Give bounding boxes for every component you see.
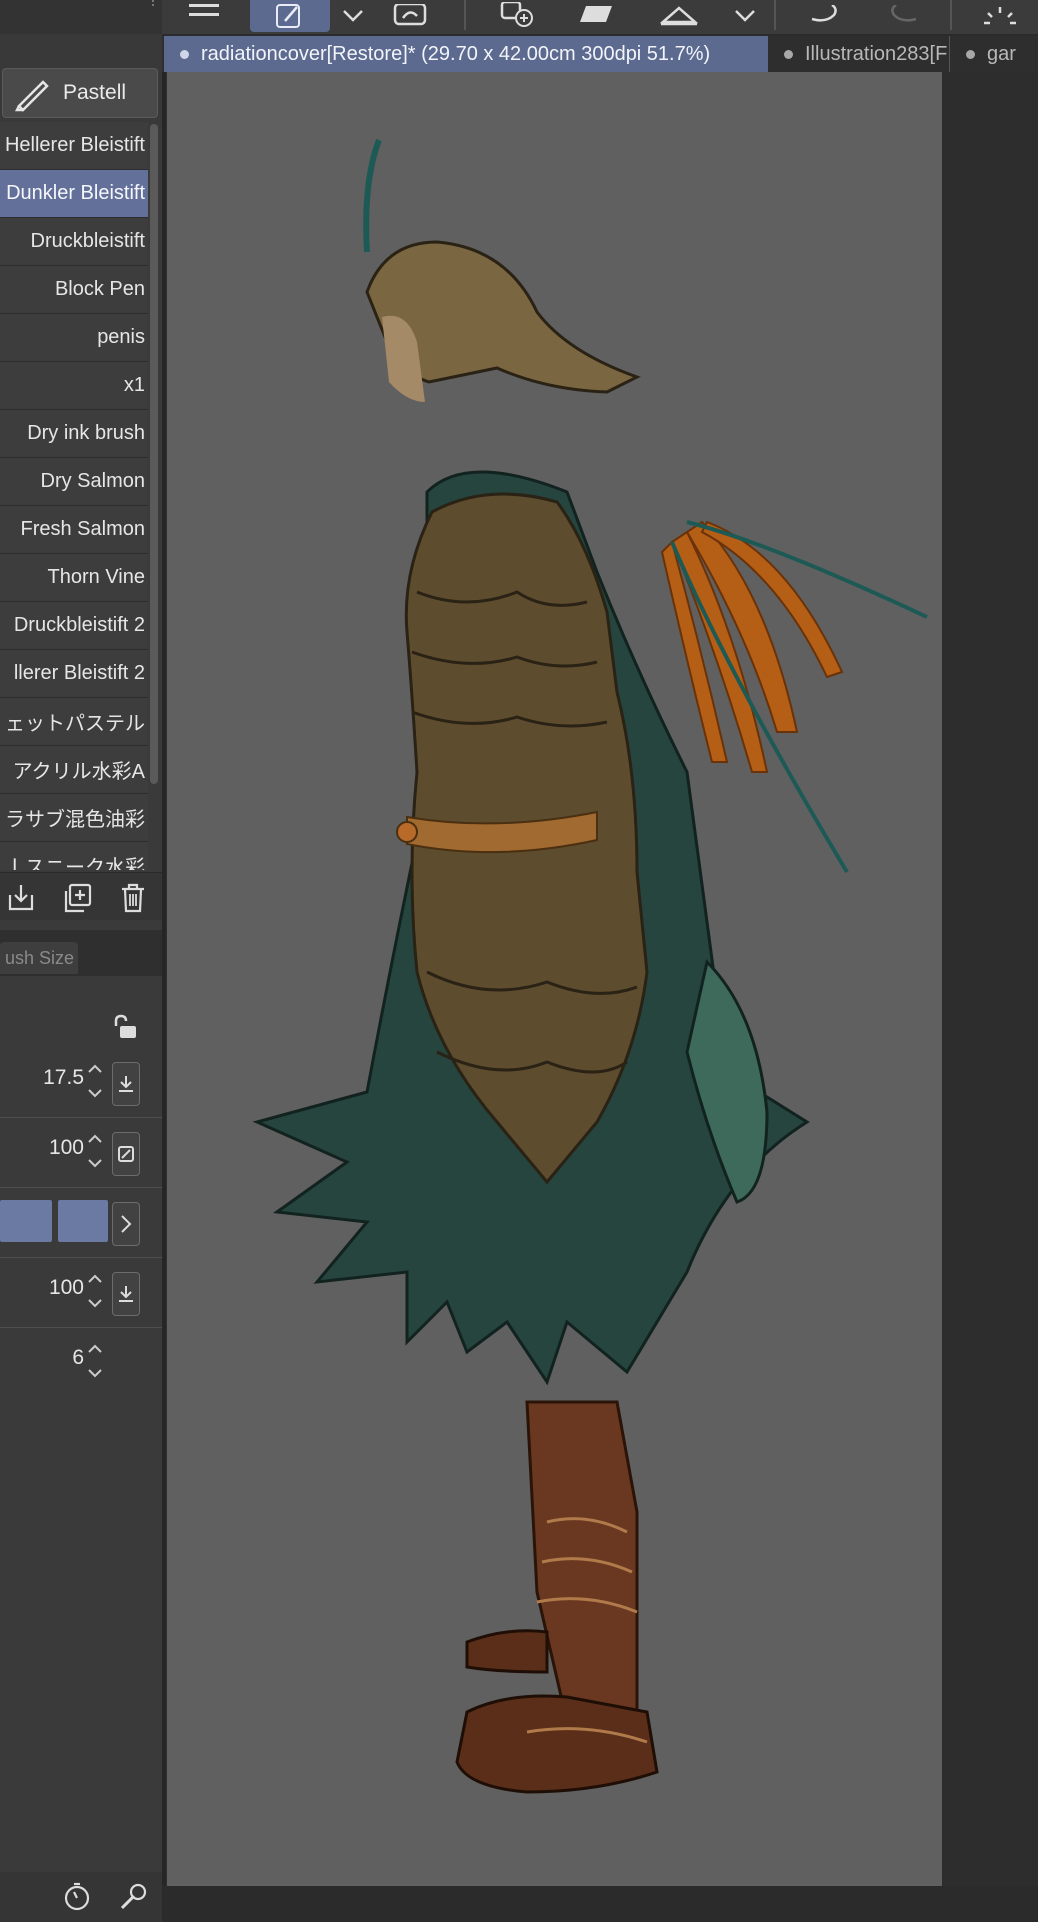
app-window: radiationcover[Restore]* (29.70 x 42.00c… [0,0,1038,1922]
list-item[interactable]: Block Pen [0,266,148,314]
canvas-bottom-margin [162,1886,1038,1922]
tool-property-tabs: ush Size [0,930,162,976]
brush-list: Hellerer Bleistift Dunkler Bleistift Dru… [0,122,148,870]
undo-icon[interactable] [804,0,844,32]
stabilization-value[interactable]: 6 [72,1346,84,1370]
toolbar-divider [464,0,466,30]
pencil-icon [14,80,49,112]
tab-dot [784,49,793,59]
brush-list-scrollbar[interactable] [150,124,158,784]
chevron-down-icon[interactable] [338,0,368,32]
loading-icon [980,0,1020,32]
lock-open-icon[interactable] [112,1014,140,1045]
document-tabs: radiationcover[Restore]* (29.70 x 42.00c… [162,36,1038,72]
pressure-download-icon[interactable] [112,1062,140,1106]
list-item[interactable]: アクリル水彩A [0,746,148,794]
lasso-icon[interactable] [390,0,430,32]
tab-dot [966,49,975,59]
panel-bottom-bar [0,1872,162,1922]
grip-icon [152,0,156,6]
top-toolbar [162,0,1038,34]
canvas-right-margin [942,72,1038,1922]
fill-icon[interactable] [576,0,616,32]
opacity-row: 100 [0,1118,162,1188]
brush-size-value[interactable]: 17.5 [43,1066,84,1090]
list-item[interactable]: Fresh Salmon [0,506,148,554]
toolbar-divider [950,0,952,30]
duplicate-icon[interactable] [62,883,92,913]
main-color-swatch[interactable] [0,1200,52,1242]
toolbar-divider [774,0,776,30]
canvas[interactable] [167,72,942,1886]
brush-actions-bar [0,872,162,920]
sub-tool-panel: Pastell Hellerer Bleistift Dunkler Bleis… [0,34,162,1922]
no-pressure-icon[interactable] [112,1132,140,1176]
stabilization-row: 6 [0,1328,162,1398]
sub-color-swatch[interactable] [58,1200,108,1242]
canvas-area [162,72,1038,1922]
trash-icon[interactable] [118,883,148,913]
canvas-gutter [162,72,166,1922]
list-item[interactable]: llerer Bleistift 2 [0,650,148,698]
opacity-stepper[interactable] [86,1134,104,1168]
brush-size-stepper[interactable] [86,1064,104,1098]
list-item-selected[interactable]: Dunkler Bleistift [0,170,148,218]
tab-label: gar [987,42,1016,65]
armored-figure-illustration [252,138,928,1794]
list-item[interactable]: Druckbleistift 2 [0,602,148,650]
tab-modified-dot [180,49,189,59]
list-item[interactable]: penis [0,314,148,362]
redo-icon[interactable] [884,0,924,32]
density-stepper[interactable] [86,1274,104,1308]
triangle-ruler-icon[interactable] [656,0,702,32]
pressure-download-icon[interactable] [112,1272,140,1316]
tab-brush-size[interactable]: ush Size [0,942,78,974]
list-item[interactable]: Druckbleistift [0,218,148,266]
stopwatch-icon[interactable] [62,1882,92,1917]
add-canvas-icon[interactable] [498,0,538,32]
list-item[interactable]: Thorn Vine [0,554,148,602]
list-item[interactable]: ラサブ混色油彩 [0,794,148,842]
density-value[interactable]: 100 [49,1276,84,1300]
sub-tool-header: Pastell [0,34,162,128]
tab-label: Illustration283[F [805,42,948,65]
color-row [0,1188,162,1258]
chevron-down-icon[interactable] [730,0,760,32]
wrench-icon[interactable] [118,1882,148,1917]
chevron-right-icon[interactable] [112,1202,140,1246]
import-icon[interactable] [6,883,36,913]
brush-size-row: 17.5 [0,1048,162,1118]
list-item[interactable]: Dry Salmon [0,458,148,506]
list-item[interactable]: x1 [0,362,148,410]
pen-edit-icon[interactable] [250,0,330,32]
list-item[interactable]: Dry ink brush [0,410,148,458]
tool-property-panel: 17.5 100 100 6 [0,976,162,1876]
density-row: 100 [0,1258,162,1328]
tab-illustration283[interactable]: Illustration283[F [770,36,950,72]
menu-icon[interactable] [186,0,222,32]
list-item[interactable]: Hellerer Bleistift [0,122,148,170]
current-tool-button[interactable]: Pastell [2,68,158,118]
top-left-strip [0,0,162,34]
tab-label: radiationcover[Restore]* (29.70 x 42.00c… [201,42,711,65]
tab-radiationcover[interactable]: radiationcover[Restore]* (29.70 x 42.00c… [164,36,768,72]
stabilization-stepper[interactable] [86,1344,104,1378]
list-item[interactable]: ェットパステル [0,698,148,746]
current-tool-label: Pastell [63,81,127,104]
list-item[interactable]: ｌスニーク水彩 [0,842,148,870]
opacity-value[interactable]: 100 [49,1136,84,1160]
tab-gar[interactable]: gar [952,36,1038,72]
